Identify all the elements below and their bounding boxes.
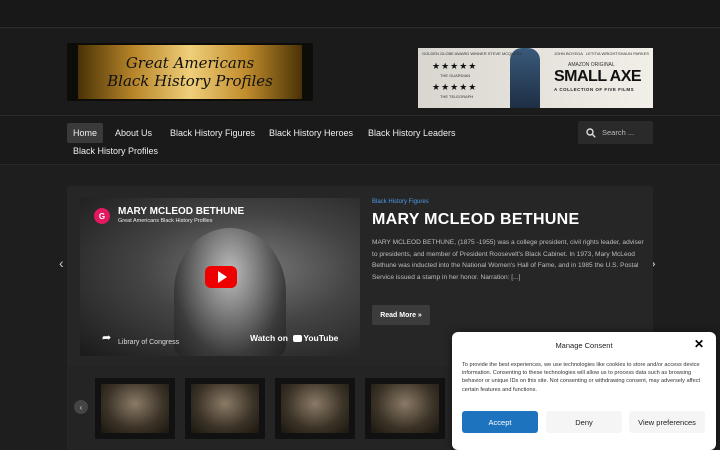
site-logo[interactable]: Great Americans Black History Profiles <box>67 43 313 101</box>
ad-source-1: THE GUARDIAN <box>440 73 471 78</box>
thumbs-prev-chevron-left-icon[interactable]: ‹ <box>74 400 88 414</box>
thumbnail-image <box>101 384 169 433</box>
youtube-logo-icon <box>293 335 303 343</box>
ad-cast-3: SHAUN PARKES <box>618 51 650 56</box>
video-title[interactable]: MARY MCLEOD BETHUNE <box>118 206 244 217</box>
video-embed[interactable]: G MARY MCLEOD BETHUNE Great Americans Bl… <box>80 198 360 356</box>
read-more-button[interactable]: Read More » <box>372 305 430 325</box>
post-category-link[interactable]: Black History Figures <box>372 199 429 205</box>
nav-item-black-history-figures[interactable]: Black History Figures <box>164 123 261 143</box>
channel-avatar[interactable]: G <box>94 208 110 224</box>
watch-on-youtube-link[interactable]: Watch on YouTube <box>250 333 338 343</box>
thumbnail-image <box>191 384 259 433</box>
ad-tagline: GOLDEN GLOBE AWARD WINNER STEVE MCQUEEN <box>422 51 523 56</box>
search-box[interactable] <box>578 121 653 144</box>
consent-dialog: Manage Consent ✕ To provide the best exp… <box>452 332 716 450</box>
ad-subtitle: A COLLECTION OF FIVE FILMS <box>554 87 635 92</box>
consent-text: To provide the best experiences, we use … <box>462 362 701 393</box>
nav-item-black-history-leaders[interactable]: Black History Leaders <box>362 123 462 143</box>
ad-stars-2: ★★★★★ <box>432 82 478 92</box>
nav-item-home[interactable]: Home <box>67 123 104 143</box>
top-bar <box>0 0 720 28</box>
ad-cast-2: LETITIA WRIGHT <box>586 51 618 56</box>
thumbnail-item[interactable] <box>365 378 445 439</box>
share-icon[interactable]: ➦ <box>102 331 111 344</box>
thumbnail-image <box>281 384 349 433</box>
thumbnail-item[interactable] <box>275 378 355 439</box>
view-preferences-button[interactable]: View preferences <box>629 411 705 433</box>
accept-button[interactable]: Accept <box>462 411 538 433</box>
main-nav: Home About Us Black History Figures Blac… <box>0 115 720 165</box>
search-input[interactable] <box>602 128 652 137</box>
post-title[interactable]: MARY MCLEOD BETHUNE <box>372 211 579 229</box>
search-icon <box>586 127 596 138</box>
ad-title: SMALL AXE <box>554 68 642 85</box>
thumbnail-item[interactable] <box>185 378 265 439</box>
watch-brand: YouTube <box>303 333 339 343</box>
ad-banner[interactable]: GOLDEN GLOBE AWARD WINNER STEVE MCQUEEN … <box>418 48 653 108</box>
nav-item-black-history-profiles[interactable]: Black History Profiles <box>67 141 164 161</box>
logo-banner: Great Americans Black History Profiles <box>78 45 302 99</box>
logo-line2: Black History Profiles <box>107 72 273 90</box>
post-excerpt: MARY MCLEOD BETHUNE, (1875 -1955) was a … <box>372 239 644 281</box>
video-credit: Library of Congress <box>118 339 180 346</box>
ad-cast-1: JOHN BOYEGA <box>554 51 583 56</box>
nav-item-about-us[interactable]: About Us <box>109 123 158 143</box>
slider-prev-chevron-left-icon[interactable]: ‹ <box>59 255 64 271</box>
watch-label: Watch on <box>250 333 288 343</box>
thumbnail-image <box>371 384 439 433</box>
play-button[interactable] <box>205 266 237 288</box>
close-icon[interactable]: ✕ <box>694 337 704 351</box>
consent-title: Manage Consent <box>555 341 613 350</box>
ad-figure-image <box>510 48 540 108</box>
nav-item-black-history-heroes[interactable]: Black History Heroes <box>263 123 359 143</box>
site-header: Great Americans Black History Profiles G… <box>0 29 720 115</box>
video-channel: Great Americans Black History Profiles <box>118 218 213 224</box>
ad-stars-1: ★★★★★ <box>432 61 478 71</box>
logo-line1: Great Americans <box>125 54 255 72</box>
thumbnail-item[interactable] <box>95 378 175 439</box>
deny-button[interactable]: Deny <box>546 411 622 433</box>
ad-source-2: THE TELEGRAPH <box>440 94 474 99</box>
